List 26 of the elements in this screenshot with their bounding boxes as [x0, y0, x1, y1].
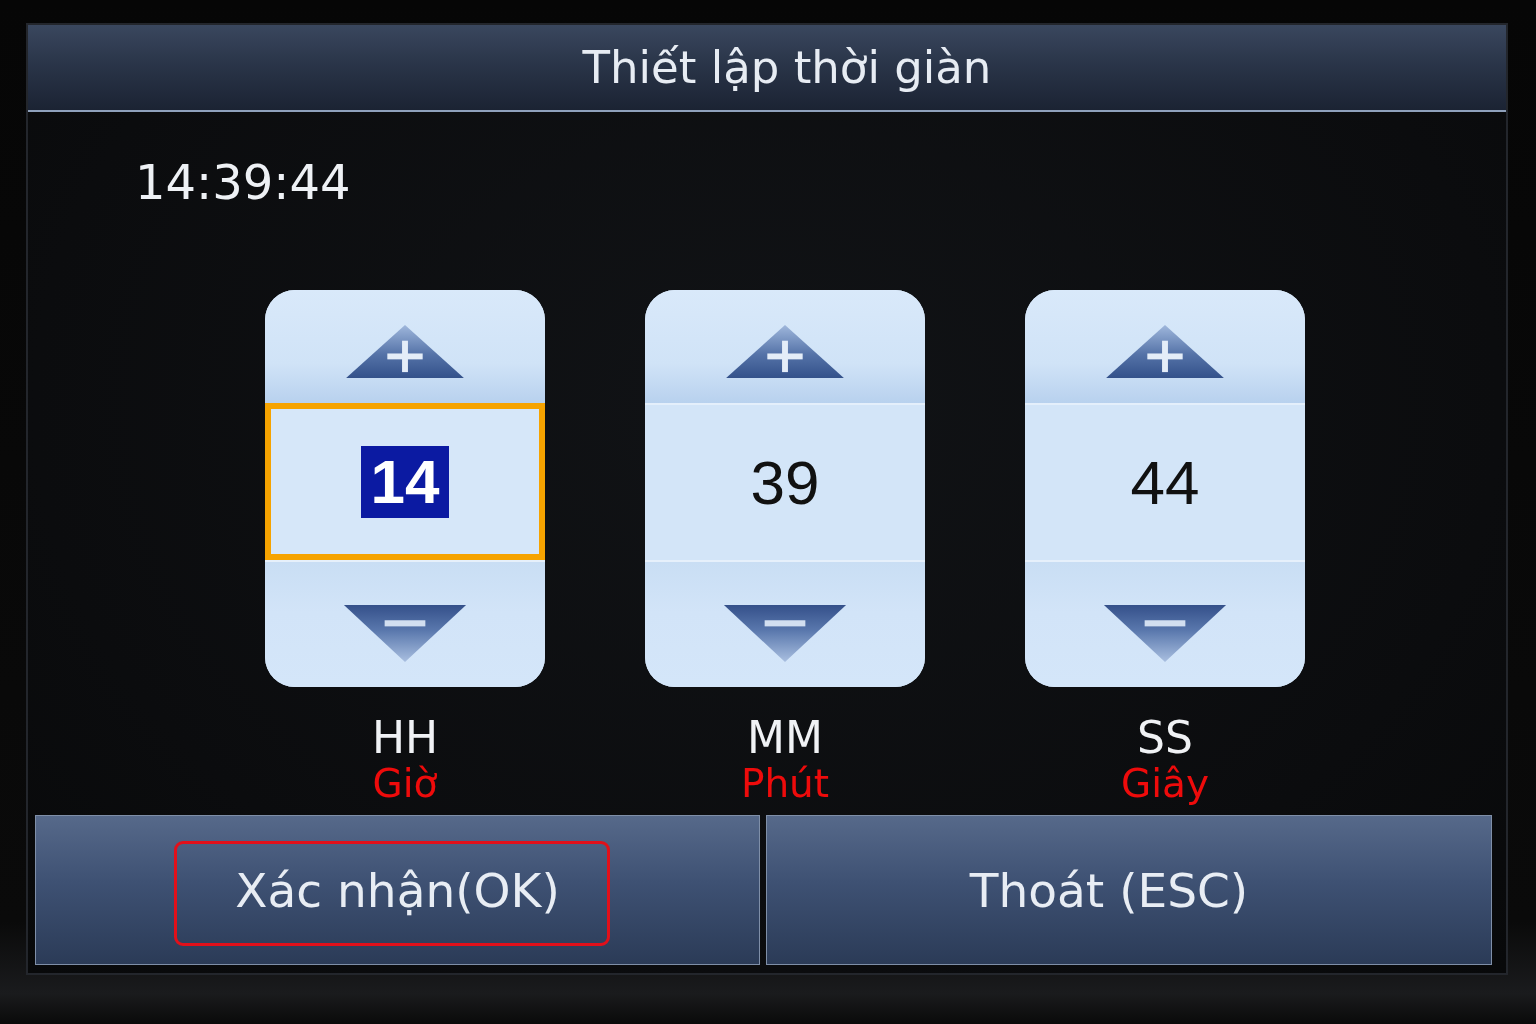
- minus-triangle-icon: [723, 605, 847, 662]
- minus-triangle-icon: [1103, 605, 1227, 662]
- annotation-label: Giờ: [372, 763, 438, 805]
- annotation-label: Giây: [1120, 763, 1209, 805]
- value-text: 44: [1130, 446, 1200, 519]
- decrement-button[interactable]: [265, 560, 545, 687]
- increment-button[interactable]: [1025, 290, 1305, 403]
- decrement-button[interactable]: [1025, 560, 1305, 687]
- confirm-button[interactable]: Xác nhận(OK): [35, 815, 760, 965]
- annotation-label: Phút: [740, 763, 830, 805]
- plus-triangle-icon: [726, 325, 844, 378]
- field-label: SS: [1137, 713, 1193, 763]
- current-time: 14:39:44: [135, 154, 351, 210]
- field-label: HH: [371, 713, 439, 763]
- increment-button[interactable]: [645, 290, 925, 403]
- exit-button[interactable]: Thoát (ESC): [766, 815, 1492, 965]
- plus-triangle-icon: [346, 325, 464, 378]
- plus-triangle-icon: [1106, 325, 1224, 378]
- value-text: 14: [360, 445, 450, 518]
- value-field[interactable]: 14: [265, 403, 545, 560]
- minus-triangle-icon: [343, 605, 467, 662]
- increment-button[interactable]: [265, 290, 545, 403]
- value-text: 39: [750, 446, 820, 519]
- decrement-button[interactable]: [645, 560, 925, 687]
- field-label: MM: [747, 713, 823, 763]
- screen-title: Thiết lập thời giàn: [582, 41, 992, 94]
